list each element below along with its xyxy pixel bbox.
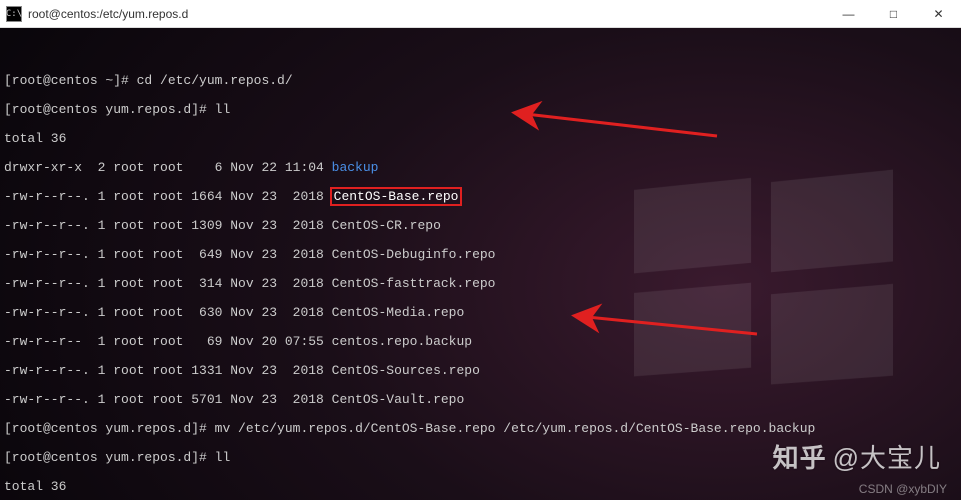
prompt: [root@centos yum.repos.d]#: [4, 421, 215, 436]
terminal-line: -rw-r--r--. 1 root root 649 Nov 23 2018 …: [4, 248, 957, 263]
command-text: cd /etc/yum.repos.d/: [137, 73, 293, 88]
ls-meta: drwxr-xr-x 2 root root 6 Nov 22 11:04: [4, 160, 332, 175]
ls-meta: -rw-r--r--. 1 root root 1664 Nov 23 2018: [4, 189, 332, 204]
titlebar[interactable]: C:\ root@centos:/etc/yum.repos.d — □ ✕: [0, 0, 961, 28]
command-text: ll: [215, 102, 231, 117]
prompt: [root@centos yum.repos.d]#: [4, 450, 215, 465]
terminal-line: [root@centos yum.repos.d]# mv /etc/yum.r…: [4, 422, 957, 437]
terminal-icon: C:\: [6, 6, 22, 22]
terminal-line: [root@centos yum.repos.d]# ll: [4, 451, 957, 466]
annotation-arrow-2: [520, 286, 767, 360]
terminal-line: [root@centos yum.repos.d]# ll: [4, 103, 957, 118]
terminal-line: -rw-r--r--. 1 root root 1309 Nov 23 2018…: [4, 219, 957, 234]
terminal-line: -rw-r--r--. 1 root root 630 Nov 23 2018 …: [4, 306, 957, 321]
window: C:\ root@centos:/etc/yum.repos.d — □ ✕ […: [0, 0, 961, 500]
window-controls: — □ ✕: [826, 0, 961, 27]
maximize-button[interactable]: □: [871, 0, 916, 27]
prompt: [root@centos yum.repos.d]#: [4, 102, 215, 117]
terminal-line: -rw-r--r--. 1 root root 1664 Nov 23 2018…: [4, 190, 957, 205]
prompt: [root@centos ~]#: [4, 73, 137, 88]
annotation-arrow-1: [460, 83, 727, 157]
terminal-line: [root@centos ~]# cd /etc/yum.repos.d/: [4, 74, 957, 89]
terminal-line: -rw-r--r--. 1 root root 1331 Nov 23 2018…: [4, 364, 957, 379]
highlight-centos-base: CentOS-Base.repo: [330, 187, 463, 206]
terminal-line: drwxr-xr-x 2 root root 6 Nov 22 11:04 ba…: [4, 161, 957, 176]
terminal-line: -rw-r--r--. 1 root root 314 Nov 23 2018 …: [4, 277, 957, 292]
dir-name: backup: [332, 160, 379, 175]
terminal[interactable]: [root@centos ~]# cd /etc/yum.repos.d/ [r…: [0, 28, 961, 500]
minimize-button[interactable]: —: [826, 0, 871, 27]
command-text: mv /etc/yum.repos.d/CentOS-Base.repo /et…: [215, 421, 816, 436]
terminal-line: total 36: [4, 132, 957, 147]
command-text: ll: [215, 450, 231, 465]
close-button[interactable]: ✕: [916, 0, 961, 27]
terminal-line: -rw-r--r--. 1 root root 5701 Nov 23 2018…: [4, 393, 957, 408]
terminal-line: total 36: [4, 480, 957, 495]
window-title: root@centos:/etc/yum.repos.d: [28, 7, 826, 21]
terminal-line: -rw-r--r-- 1 root root 69 Nov 20 07:55 c…: [4, 335, 957, 350]
